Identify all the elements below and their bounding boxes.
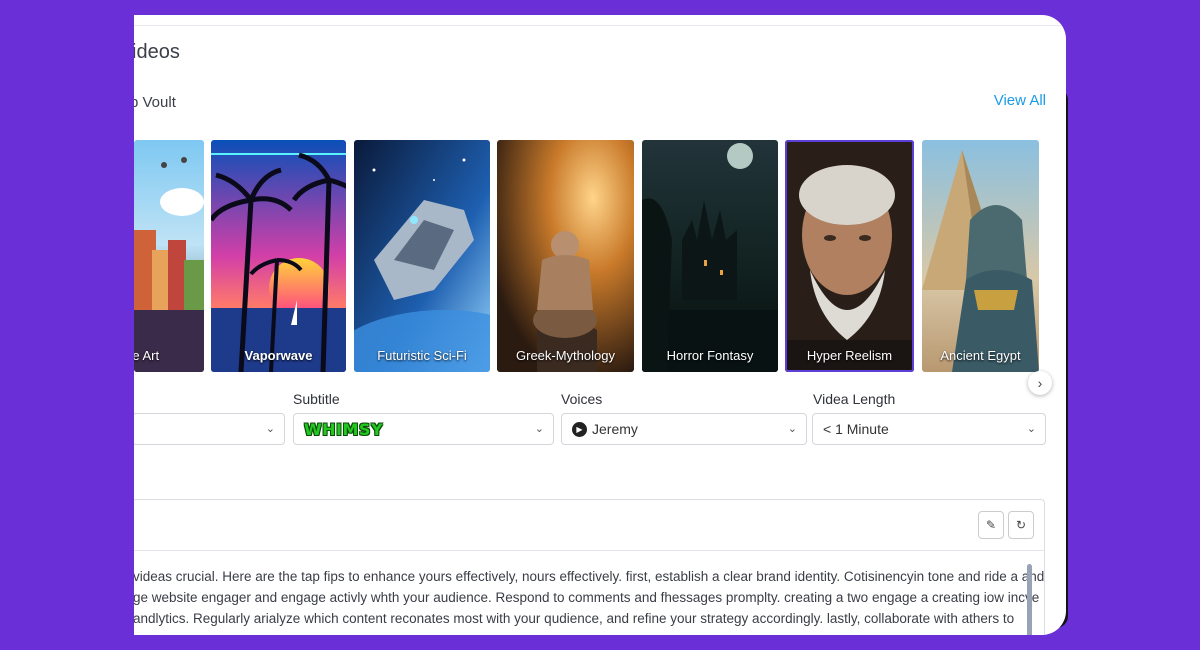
subtitle-select[interactable]: WHIMSY ⌄: [293, 413, 554, 445]
editor-toolbar: ✎ ↻: [134, 500, 1044, 551]
hyper-realism-thumbnail: [785, 140, 914, 372]
view-all-link[interactable]: View All: [994, 92, 1046, 109]
style-tile-ancient-egypt[interactable]: Ancient Egypt: [922, 140, 1039, 372]
script-line: ge website engager and engage activly wh…: [134, 590, 1040, 605]
style-label: Greek-Mythology: [516, 348, 615, 363]
voice-value: Jeremy: [592, 421, 638, 437]
script-editor[interactable]: ✎ ↻ videas crucial. Here are the tap fip…: [134, 499, 1045, 635]
style-label: Futuristic Sci-Fi: [377, 348, 467, 363]
video-length-label: Videa Length: [813, 391, 896, 407]
carousel-next-button[interactable]: ›: [1028, 371, 1052, 395]
script-line: videas crucial. Here are the tap fips to…: [134, 569, 1045, 584]
sci-fi-thumbnail: [354, 140, 490, 372]
top-divider: [134, 25, 1066, 26]
ancient-egypt-thumbnail: [922, 140, 1039, 372]
greek-mythology-thumbnail: [497, 140, 634, 372]
video-length-value: < 1 Minute: [823, 421, 889, 437]
horror-fantasy-thumbnail: [642, 140, 778, 372]
chevron-right-icon: ›: [1037, 375, 1043, 391]
voices-select[interactable]: ▶ Jeremy ⌄: [561, 413, 807, 445]
subtitle-preview: WHIMSY: [304, 419, 384, 439]
script-line: andlytics. Regularly arialyze which cont…: [134, 611, 1015, 626]
subtitle-label: Subtitle: [293, 391, 340, 407]
chevron-down-icon: ⌄: [1026, 423, 1036, 435]
style-label: Vaporwave: [244, 348, 313, 363]
page-title: ideos: [134, 41, 180, 63]
editor-scrollbar[interactable]: [1027, 564, 1032, 635]
edit-button[interactable]: ✎: [978, 511, 1004, 539]
videos-panel: ideos p Voult View All re Art: [134, 15, 1066, 635]
style-label: Horror Fontasy: [666, 348, 754, 363]
style-tile-hyper-reelism[interactable]: Hyper Reelism: [785, 140, 914, 372]
chevron-down-icon: ⌄: [534, 423, 544, 435]
video-length-select[interactable]: < 1 Minute ⌄: [812, 413, 1046, 445]
style-select[interactable]: ⌄: [134, 413, 285, 445]
refresh-icon: ↻: [1015, 518, 1027, 532]
play-icon[interactable]: ▶: [572, 421, 587, 437]
art-thumbnail: [134, 140, 204, 372]
style-tile-art[interactable]: re Art: [134, 140, 204, 372]
style-tile-greek-mythology[interactable]: Greek-Mythology: [497, 140, 634, 372]
voices-label: Voices: [561, 391, 603, 407]
style-label: Ancient Egypt: [940, 348, 1021, 363]
vaporwave-thumbnail: [211, 140, 346, 372]
script-text[interactable]: videas crucial. Here are the tap fips to…: [134, 566, 1045, 629]
style-tile-horror-fontasy[interactable]: Horror Fontasy: [642, 140, 778, 372]
edit-icon: ✎: [985, 518, 997, 532]
style-tile-vaporwave[interactable]: Vaporwave: [211, 140, 346, 372]
chevron-down-icon: ⌄: [787, 423, 797, 435]
vault-section-label: p Voult: [134, 94, 176, 111]
style-label: Hyper Reelism: [806, 348, 893, 363]
refresh-button[interactable]: ↻: [1008, 511, 1034, 539]
style-carousel: re Art Vaporwave: [134, 140, 1066, 395]
chevron-down-icon: ⌄: [265, 423, 275, 435]
style-label: re Art: [134, 348, 160, 363]
style-tile-futuristic-sci-fi[interactable]: Futuristic Sci-Fi: [354, 140, 490, 372]
